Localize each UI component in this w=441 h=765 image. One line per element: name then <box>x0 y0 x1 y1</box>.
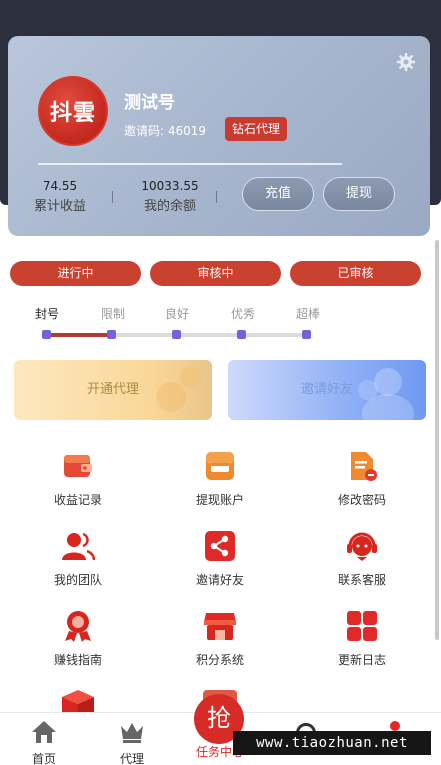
stat-separator <box>112 191 113 203</box>
decor-person-head <box>374 368 402 396</box>
award-icon <box>65 611 91 642</box>
menu-label: 我的团队 <box>53 573 102 587</box>
level-label-good: 良好 <box>165 307 190 321</box>
menu-label: 收益记录 <box>53 493 102 507</box>
shop-icon <box>204 613 236 640</box>
open-agent-banner[interactable]: 开通代理 <box>14 360 212 420</box>
menu-label: 更新日志 <box>337 653 386 667</box>
scrollbar[interactable] <box>435 240 439 640</box>
level-dot <box>172 330 181 339</box>
card-icon <box>206 452 234 480</box>
level-progress-fill <box>46 333 111 337</box>
avatar[interactable]: 抖雲 <box>38 76 108 146</box>
menu-contact-support[interactable]: 联系客服 <box>302 529 422 588</box>
stat-total-earnings: 74.55 累计收益 <box>30 179 90 214</box>
invite-friends-banner[interactable]: 邀请好友 <box>228 360 426 420</box>
level-dot <box>302 330 311 339</box>
level-label-banned: 封号 <box>35 307 60 321</box>
menu-label: 修改密码 <box>337 493 386 507</box>
tab-in-progress[interactable]: 进行中 <box>10 261 141 286</box>
menu-invite-friends[interactable]: 邀请好友 <box>160 529 280 588</box>
menu-label: 提现账户 <box>195 493 244 507</box>
team-icon <box>62 532 96 561</box>
stat-separator <box>216 191 217 203</box>
stat-value: 74.55 <box>42 179 78 193</box>
withdraw-button[interactable]: 提现 <box>323 177 395 211</box>
level-dot <box>42 330 51 339</box>
grid-icon <box>347 611 377 641</box>
home-icon <box>32 721 56 743</box>
menu-money-guide[interactable]: 赚钱指南 <box>18 609 138 668</box>
menu-points-system[interactable]: 积分系统 <box>160 609 280 668</box>
decor-circle <box>156 382 186 412</box>
stat-balance: 10033.55 我的余额 <box>133 179 207 214</box>
invite-friends-label: 邀请好友 <box>300 382 353 397</box>
menu-label: 邀请好友 <box>195 573 244 587</box>
open-agent-label: 开通代理 <box>86 382 139 397</box>
level-label-restricted: 限制 <box>101 307 126 321</box>
username: 测试号 <box>124 93 175 113</box>
stat-label: 我的余额 <box>143 199 196 214</box>
menu-update-log[interactable]: 更新日志 <box>302 609 422 668</box>
stat-value: 10033.55 <box>141 179 199 193</box>
invite-code: 邀请码: 46019 <box>124 124 207 138</box>
profile-card: 抖雲 测试号 邀请码: 46019 钻石代理 74.55 累计收益 10033.… <box>8 36 430 236</box>
notification-dot <box>390 721 400 731</box>
recharge-button[interactable]: 充值 <box>242 177 314 211</box>
tab-reviewed[interactable]: 已审核 <box>290 261 421 286</box>
menu-change-password[interactable]: 修改密码 <box>302 449 422 508</box>
decor-person-head <box>358 380 378 400</box>
menu-label: 赚钱指南 <box>53 653 102 667</box>
menu-withdraw-account[interactable]: 提现账户 <box>160 449 280 508</box>
gear-icon[interactable] <box>396 52 416 72</box>
document-icon <box>351 452 377 481</box>
menu-earnings-record[interactable]: 收益记录 <box>18 449 138 508</box>
crown-icon <box>121 723 143 743</box>
menu-label: 积分系统 <box>195 653 244 667</box>
watermark: www.tiaozhuan.net <box>233 731 431 755</box>
menu-label: 联系客服 <box>337 573 386 587</box>
tab-under-review[interactable]: 审核中 <box>150 261 281 286</box>
level-dot <box>107 330 116 339</box>
level-label-super: 超棒 <box>296 307 321 321</box>
menu-my-team[interactable]: 我的团队 <box>18 529 138 588</box>
headset-icon <box>347 532 377 561</box>
level-label-excellent: 优秀 <box>231 307 256 321</box>
profile-divider <box>38 163 342 165</box>
tab-label: 首页 <box>31 752 56 765</box>
vip-level-badge: 钻石代理 <box>225 117 288 141</box>
decor-circle <box>180 366 202 388</box>
tab-label: 代理 <box>119 752 144 765</box>
share-icon <box>205 531 235 561</box>
box-icon <box>62 690 94 712</box>
wallet-icon <box>64 455 92 477</box>
tab-agent[interactable]: 代理 <box>92 719 172 765</box>
level-dot <box>237 330 246 339</box>
tab-home[interactable]: 首页 <box>4 719 84 765</box>
stat-label: 累计收益 <box>33 199 86 214</box>
